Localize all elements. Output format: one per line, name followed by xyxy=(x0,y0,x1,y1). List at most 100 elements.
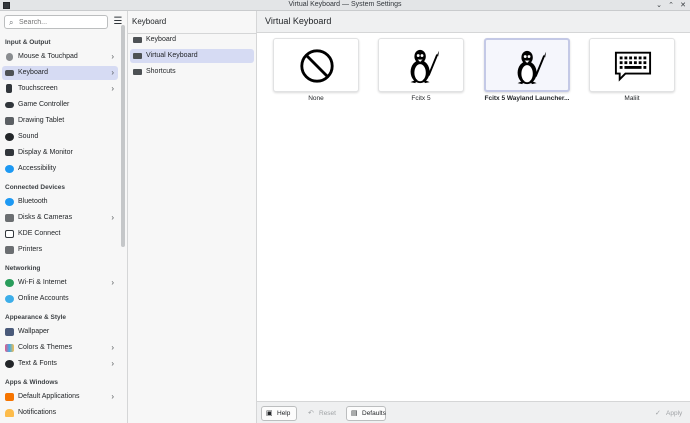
apply-button[interactable]: ✓ Apply xyxy=(650,406,686,421)
fonts-icon xyxy=(5,360,14,368)
sidebar-item-text-fonts[interactable]: Text & Fonts › xyxy=(2,357,118,371)
sidebar-item-online-accounts[interactable]: Online Accounts xyxy=(2,292,118,306)
footer-bar: ▣ Help ↶ Reset ▤ Defaults ✓ Apply xyxy=(257,401,690,423)
sidebar-item-label: Accessibility xyxy=(18,165,57,172)
title-bar: Virtual Keyboard — System Settings ⌄ ⌃ ✕ xyxy=(0,0,690,11)
sidebar-item-label: Disks & Cameras xyxy=(18,214,73,221)
tile-fcitx5[interactable] xyxy=(378,38,464,92)
help-label: Help xyxy=(277,410,291,417)
accessibility-icon xyxy=(5,165,14,173)
sidebar-item-printers[interactable]: Printers xyxy=(2,243,118,257)
sidebar-item-label: Mouse & Touchpad xyxy=(18,53,78,60)
tile-label: Maliit xyxy=(624,95,640,102)
subcategory-item-label: Virtual Keyboard xyxy=(146,52,198,59)
star-icon xyxy=(5,393,14,401)
help-button[interactable]: ▣ Help xyxy=(261,406,297,421)
system-settings-window: Virtual Keyboard — System Settings ⌄ ⌃ ✕… xyxy=(0,0,690,423)
keyboard-icon xyxy=(133,53,142,59)
gamepad-icon xyxy=(5,102,14,108)
sidebar-item-label: Keyboard xyxy=(18,69,48,76)
tablet-icon xyxy=(5,117,14,125)
search-box[interactable]: ⌕ xyxy=(4,15,108,29)
sidebar-item-label: Drawing Tablet xyxy=(18,117,65,124)
sidebar-item-label: Touchscreen xyxy=(18,85,58,92)
tile-maliit[interactable] xyxy=(589,38,675,92)
sound-icon xyxy=(5,133,14,141)
sidebar-item-touchscreen[interactable]: Touchscreen › xyxy=(2,82,118,96)
sidebar-item-game-controller[interactable]: Game Controller xyxy=(2,98,118,112)
minimize-button[interactable]: ⌄ xyxy=(654,0,664,11)
sidebar-item-keyboard[interactable]: Keyboard › xyxy=(2,66,118,80)
bell-icon xyxy=(5,409,14,417)
window-title: Virtual Keyboard — System Settings xyxy=(288,1,402,8)
sidebar-item-label: Text & Fonts xyxy=(18,360,57,367)
sidebar-item-wifi-internet[interactable]: Wi-Fi & Internet › xyxy=(2,276,118,290)
keyboard-icon xyxy=(133,37,142,43)
reset-icon: ↶ xyxy=(308,410,314,417)
sidebar-scrollbar[interactable] xyxy=(121,25,125,247)
main-panel: Virtual Keyboard None Fcitx 5 Fcitx 5 Wa… xyxy=(257,11,690,423)
sidebar: ⌕ ☰ Input & Output Mouse & Touchpad › Ke… xyxy=(0,11,128,423)
subcategory-item-shortcuts[interactable]: Shortcuts xyxy=(130,65,254,79)
page-header: Virtual Keyboard xyxy=(257,11,690,33)
subcategory-item-keyboard[interactable]: Keyboard xyxy=(130,33,254,47)
touchscreen-icon xyxy=(6,84,12,93)
page-title: Virtual Keyboard xyxy=(265,16,332,26)
sidebar-item-label: Display & Monitor xyxy=(18,149,73,156)
help-icon: ▣ xyxy=(266,410,273,417)
close-button[interactable]: ✕ xyxy=(678,0,688,11)
sidebar-item-label: Colors & Themes xyxy=(18,344,72,351)
sidebar-item-drawing-tablet[interactable]: Drawing Tablet xyxy=(2,114,118,128)
keyboard-chat-icon xyxy=(614,51,652,82)
chevron-right-icon: › xyxy=(111,84,114,93)
chevron-right-icon: › xyxy=(111,359,114,368)
none-icon xyxy=(300,49,334,83)
chevron-right-icon: › xyxy=(111,68,114,77)
reset-label: Reset xyxy=(319,410,336,417)
chevron-right-icon: › xyxy=(111,392,114,401)
reset-button[interactable]: ↶ Reset xyxy=(303,406,339,421)
search-input[interactable] xyxy=(19,17,105,27)
sidebar-item-accessibility[interactable]: Accessibility xyxy=(2,162,118,176)
category-input-output: Input & Output xyxy=(5,39,51,46)
sidebar-item-label: Online Accounts xyxy=(18,295,69,302)
sidebar-item-label: Bluetooth xyxy=(18,198,48,205)
defaults-button[interactable]: ▤ Defaults xyxy=(346,406,386,421)
palette-icon xyxy=(5,344,14,352)
keyboard-icon xyxy=(5,70,14,76)
sidebar-item-sound[interactable]: Sound xyxy=(2,130,118,144)
tile-label: None xyxy=(308,95,324,102)
sidebar-item-display-monitor[interactable]: Display & Monitor xyxy=(2,146,118,160)
sidebar-item-default-applications[interactable]: Default Applications › xyxy=(2,390,118,404)
sidebar-item-colors-themes[interactable]: Colors & Themes › xyxy=(2,341,118,355)
keyboard-icon xyxy=(133,69,142,75)
category-appearance-style: Appearance & Style xyxy=(5,314,67,321)
subcategory-panel: Keyboard Keyboard Virtual Keyboard Short… xyxy=(128,11,257,423)
chevron-right-icon: › xyxy=(111,213,114,222)
category-connected-devices: Connected Devices xyxy=(5,184,65,191)
tile-label: Fcitx 5 xyxy=(411,95,431,102)
tile-fcitx5-wayland-launcher[interactable] xyxy=(484,38,570,92)
sidebar-item-mouse-touchpad[interactable]: Mouse & Touchpad › xyxy=(2,50,118,64)
maximize-button[interactable]: ⌃ xyxy=(666,0,676,11)
search-icon: ⌕ xyxy=(9,18,14,27)
sidebar-item-notifications[interactable]: Notifications xyxy=(2,406,118,420)
sidebar-item-label: Printers xyxy=(18,246,43,253)
tile-label: Fcitx 5 Wayland Launcher... xyxy=(484,95,570,102)
subcategory-item-virtual-keyboard[interactable]: Virtual Keyboard xyxy=(130,49,254,63)
sidebar-item-bluetooth[interactable]: Bluetooth xyxy=(2,195,118,209)
bluetooth-icon xyxy=(5,198,14,206)
kde-connect-icon xyxy=(5,230,14,238)
sidebar-item-wallpaper[interactable]: Wallpaper xyxy=(2,325,118,339)
disk-icon xyxy=(5,214,14,222)
sidebar-item-kde-connect[interactable]: KDE Connect xyxy=(2,227,118,241)
tile-none[interactable] xyxy=(273,38,359,92)
chevron-right-icon: › xyxy=(111,278,114,287)
wallpaper-icon xyxy=(5,328,14,336)
chevron-right-icon: › xyxy=(111,52,114,61)
subcategory-item-label: Shortcuts xyxy=(146,68,176,75)
subcategory-header: Keyboard xyxy=(132,17,167,26)
sidebar-item-disks-cameras[interactable]: Disks & Cameras › xyxy=(2,211,118,225)
tux-icon xyxy=(410,49,440,84)
accounts-icon xyxy=(5,295,14,303)
